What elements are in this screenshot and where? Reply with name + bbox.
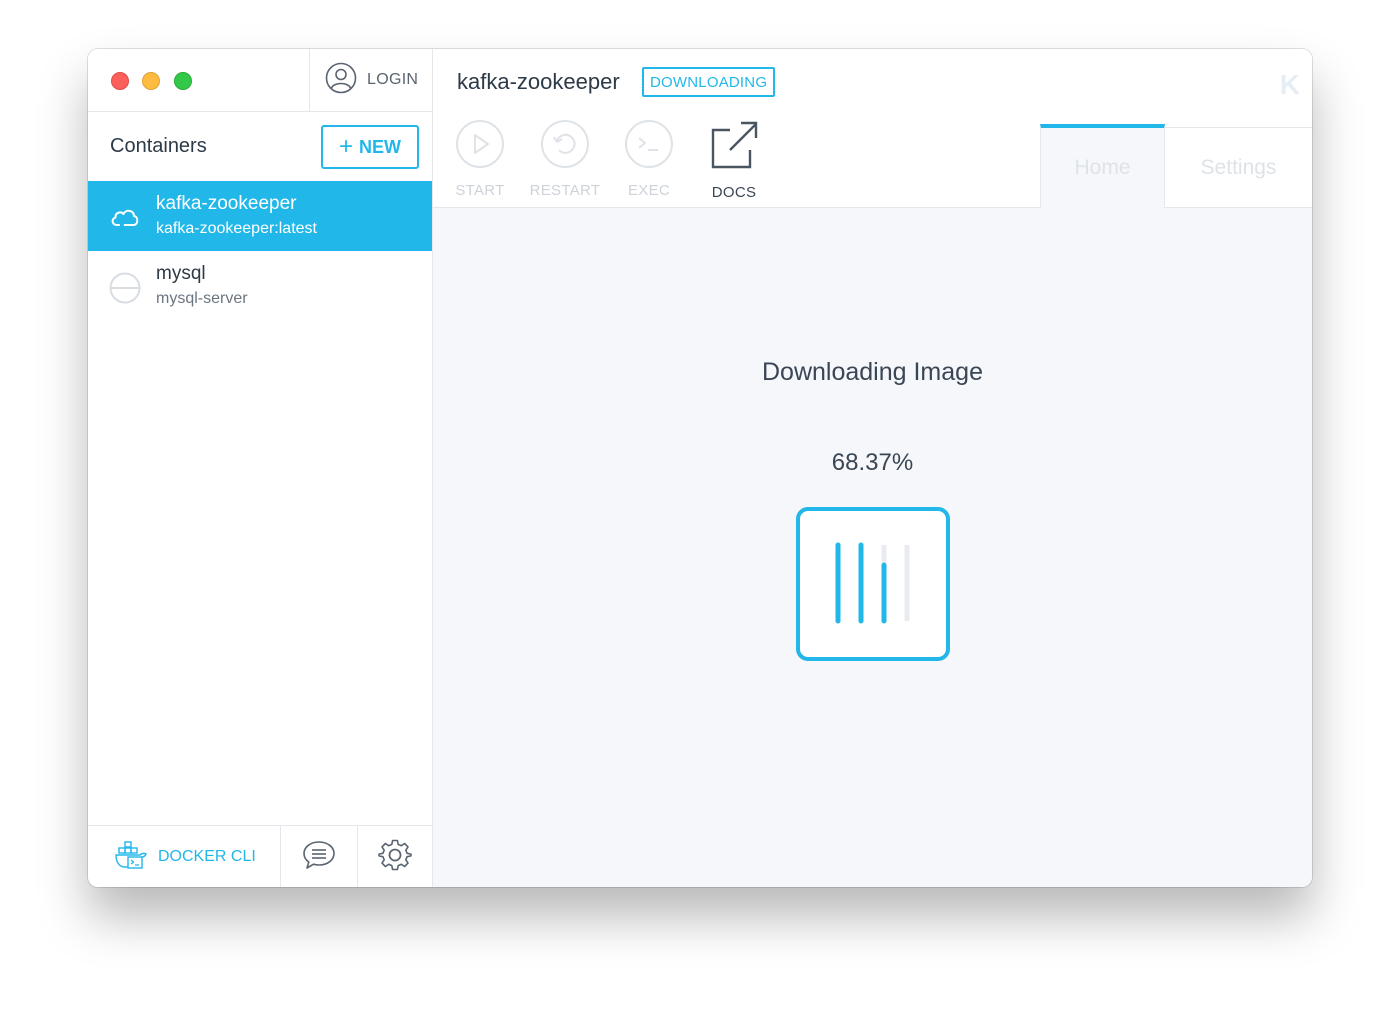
container-item-kafka-zookeeper[interactable]: kafka-zookeeper kafka-zookeeper:latest (88, 181, 432, 251)
container-item-mysql[interactable]: mysql mysql-server (88, 251, 432, 321)
minimize-window-button[interactable] (142, 72, 160, 90)
home-content: Downloading Image 68.37% (433, 208, 1312, 887)
download-title: Downloading Image (762, 358, 983, 386)
login-button[interactable]: LOGIN (309, 49, 432, 111)
user-icon (325, 62, 357, 99)
tab-settings[interactable]: Settings (1165, 127, 1312, 207)
container-image: kafka-zookeeper:latest (156, 220, 317, 237)
close-window-button[interactable] (111, 72, 129, 90)
restart-icon (540, 119, 590, 174)
zoom-window-button[interactable] (174, 72, 192, 90)
new-container-button[interactable]: + NEW (321, 125, 419, 169)
plus-icon: + (338, 133, 353, 160)
terminal-icon (624, 119, 674, 174)
restart-button[interactable]: RESTART (525, 119, 605, 199)
preferences-button[interactable] (357, 826, 432, 887)
docker-cli-button[interactable]: DOCKER CLI (88, 826, 281, 887)
start-button[interactable]: START (440, 119, 520, 199)
feedback-button[interactable] (281, 826, 358, 887)
docker-cli-label: DOCKER CLI (158, 848, 256, 865)
sidebar-top-bar: LOGIN (88, 49, 432, 112)
download-percent: 68.37% (831, 449, 914, 476)
app-window: LOGIN Containers + NEW kafka-zookeeper k… (88, 49, 1312, 887)
play-icon (455, 119, 505, 174)
chat-icon (302, 839, 336, 876)
stopped-icon (108, 271, 142, 305)
main-panel: kafka-zookeeper DOWNLOADING K START REST… (433, 49, 1312, 887)
start-label: START (455, 182, 505, 199)
kitematic-logo: K (1279, 69, 1300, 100)
container-name: kafka-zookeeper (156, 193, 297, 214)
gear-icon (377, 838, 412, 877)
container-name: mysql (156, 263, 206, 284)
status-badge: DOWNLOADING (642, 67, 776, 97)
cloud-icon (108, 201, 142, 235)
external-link-icon (708, 119, 760, 176)
containers-heading: Containers (110, 135, 207, 157)
docs-label: DOCS (711, 184, 757, 201)
progress-graphic (796, 507, 950, 661)
exec-button[interactable]: EXEC (609, 119, 689, 199)
exec-label: EXEC (627, 182, 671, 199)
sidebar-footer: DOCKER CLI (88, 825, 432, 887)
new-button-label: NEW (359, 136, 401, 157)
download-progress-box (796, 507, 950, 661)
restart-label: RESTART (529, 182, 601, 199)
login-label: LOGIN (367, 71, 419, 88)
docs-button[interactable]: DOCS (694, 119, 774, 201)
container-header: kafka-zookeeper DOWNLOADING K START REST… (433, 49, 1312, 208)
container-image: mysql-server (156, 290, 248, 307)
container-title: kafka-zookeeper (457, 69, 620, 94)
sidebar: LOGIN Containers + NEW kafka-zookeeper k… (88, 49, 433, 887)
docker-cli-icon (114, 840, 148, 875)
tab-home[interactable]: Home (1040, 124, 1165, 208)
